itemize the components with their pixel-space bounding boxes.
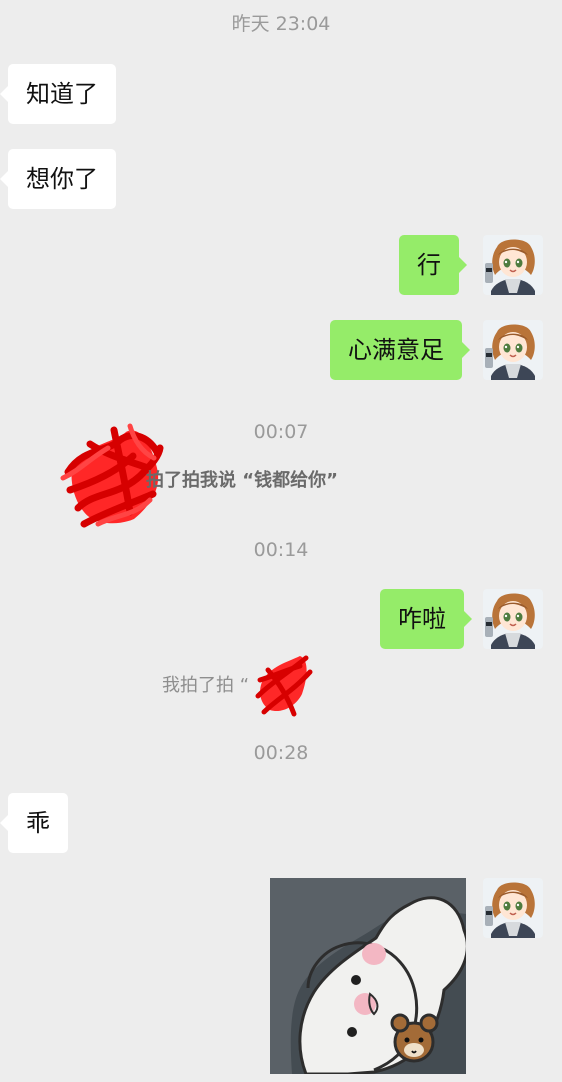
- avatar-icon[interactable]: [483, 235, 543, 295]
- incoming-message-bubble[interactable]: 想你了: [0, 149, 116, 209]
- timestamp-yesterday: 昨天 23:04: [231, 13, 331, 35]
- message-text: 咋啦: [398, 605, 446, 633]
- message-text: 知道了: [26, 80, 98, 108]
- message-text: 乖: [26, 809, 50, 837]
- outgoing-message-bubble[interactable]: 心满意足: [330, 320, 470, 380]
- self-pat-notification: 我拍了拍 “: [162, 675, 250, 696]
- message-text: 心满意足: [348, 336, 444, 364]
- red-scribble-redaction-icon: [255, 655, 313, 717]
- timestamp: 00:28: [253, 742, 309, 764]
- avatar-icon[interactable]: [483, 589, 543, 649]
- incoming-message-bubble[interactable]: 乖: [0, 793, 68, 853]
- message-text: 行: [417, 251, 441, 279]
- incoming-message-bubble[interactable]: 知道了: [0, 64, 116, 124]
- outgoing-message-bubble[interactable]: 行: [399, 235, 467, 295]
- outgoing-message-bubble[interactable]: 咋啦: [380, 589, 472, 649]
- pat-notification: 拍了拍我说 “钱都给你”: [146, 470, 338, 491]
- avatar-icon[interactable]: [483, 320, 543, 380]
- avatar-icon[interactable]: [483, 878, 543, 938]
- message-text: 想你了: [26, 165, 98, 193]
- chat-thread: 昨天 23:04 知道了 想你了 行 心满意足 00:07 拍了拍我说 “钱都给…: [0, 0, 562, 1082]
- timestamp: 00:14: [253, 539, 309, 561]
- white-seal-sticker-icon[interactable]: [270, 878, 466, 1074]
